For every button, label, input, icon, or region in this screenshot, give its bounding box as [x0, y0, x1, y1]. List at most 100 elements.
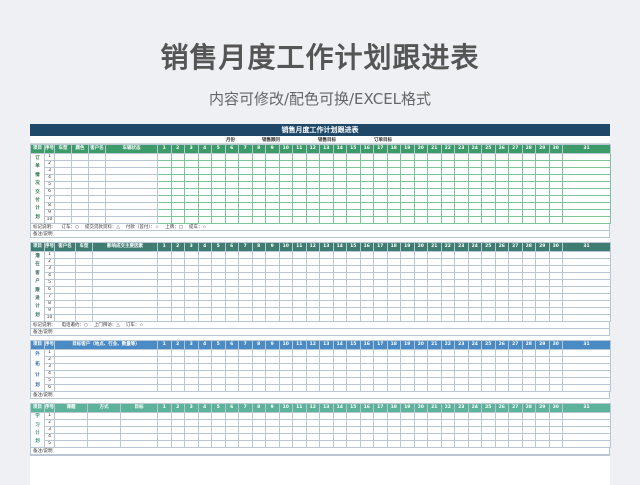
day-cell[interactable]: [359, 265, 374, 273]
day-cell[interactable]: [292, 426, 307, 434]
day-cell[interactable]: [292, 258, 307, 266]
day-cell[interactable]: [251, 251, 266, 259]
day-cell[interactable]: [427, 272, 442, 280]
day-cell[interactable]: [238, 363, 253, 371]
day-cell[interactable]: [157, 188, 172, 196]
day-cell[interactable]: [278, 433, 293, 441]
day-cell[interactable]: [238, 433, 253, 441]
day-cell[interactable]: [197, 174, 212, 182]
day-cell[interactable]: [440, 160, 455, 168]
day-cell[interactable]: [481, 160, 496, 168]
day-cell[interactable]: [359, 356, 374, 364]
day-cell[interactable]: [359, 167, 374, 175]
day-cell[interactable]: [184, 419, 199, 427]
day-cell[interactable]: [251, 209, 266, 217]
day-cell[interactable]: [278, 216, 293, 224]
day-cell[interactable]: [508, 433, 523, 441]
day-cell[interactable]: [562, 202, 611, 210]
day-cell[interactable]: [521, 433, 536, 441]
day-cell[interactable]: [373, 279, 388, 287]
day-cell[interactable]: [535, 160, 550, 168]
day-cell[interactable]: [400, 265, 415, 273]
data-cell[interactable]: [120, 419, 158, 427]
day-cell[interactable]: [359, 209, 374, 217]
day-cell[interactable]: [548, 153, 563, 161]
day-cell[interactable]: [265, 300, 280, 308]
day-cell[interactable]: [359, 363, 374, 371]
day-cell[interactable]: [454, 426, 469, 434]
day-cell[interactable]: [332, 349, 347, 357]
day-cell[interactable]: [521, 440, 536, 448]
data-cell[interactable]: [120, 412, 158, 420]
day-cell[interactable]: [508, 153, 523, 161]
day-cell[interactable]: [346, 440, 361, 448]
day-cell[interactable]: [319, 384, 334, 392]
data-cell[interactable]: [88, 167, 106, 175]
day-cell[interactable]: [265, 167, 280, 175]
day-cell[interactable]: [359, 377, 374, 385]
data-cell[interactable]: [54, 419, 88, 427]
day-cell[interactable]: [157, 370, 172, 378]
day-cell[interactable]: [197, 356, 212, 364]
day-cell[interactable]: [373, 153, 388, 161]
day-cell[interactable]: [508, 160, 523, 168]
day-cell[interactable]: [440, 209, 455, 217]
day-cell[interactable]: [535, 279, 550, 287]
day-cell[interactable]: [197, 167, 212, 175]
day-cell[interactable]: [508, 426, 523, 434]
day-cell[interactable]: [319, 265, 334, 273]
day-cell[interactable]: [521, 272, 536, 280]
day-cell[interactable]: [467, 195, 482, 203]
day-cell[interactable]: [494, 265, 509, 273]
day-cell[interactable]: [440, 426, 455, 434]
day-cell[interactable]: [467, 440, 482, 448]
data-cell[interactable]: [105, 160, 158, 168]
day-cell[interactable]: [427, 426, 442, 434]
data-cell[interactable]: [92, 300, 158, 308]
day-cell[interactable]: [467, 174, 482, 182]
day-cell[interactable]: [440, 419, 455, 427]
day-cell[interactable]: [157, 160, 172, 168]
day-cell[interactable]: [440, 279, 455, 287]
day-cell[interactable]: [238, 370, 253, 378]
day-cell[interactable]: [332, 433, 347, 441]
day-cell[interactable]: [494, 363, 509, 371]
day-cell[interactable]: [400, 188, 415, 196]
day-cell[interactable]: [278, 202, 293, 210]
day-cell[interactable]: [508, 188, 523, 196]
day-cell[interactable]: [251, 356, 266, 364]
day-cell[interactable]: [170, 174, 185, 182]
day-cell[interactable]: [211, 307, 226, 315]
day-cell[interactable]: [521, 370, 536, 378]
day-cell[interactable]: [535, 188, 550, 196]
day-cell[interactable]: [467, 433, 482, 441]
day-cell[interactable]: [319, 216, 334, 224]
order-remark[interactable]: 备注/说明: [30, 231, 610, 238]
day-cell[interactable]: [359, 314, 374, 322]
day-cell[interactable]: [562, 167, 611, 175]
day-cell[interactable]: [265, 356, 280, 364]
day-cell[interactable]: [265, 272, 280, 280]
day-cell[interactable]: [562, 314, 611, 322]
day-cell[interactable]: [332, 153, 347, 161]
day-cell[interactable]: [535, 293, 550, 301]
day-cell[interactable]: [197, 195, 212, 203]
day-cell[interactable]: [481, 209, 496, 217]
day-cell[interactable]: [157, 419, 172, 427]
day-cell[interactable]: [521, 167, 536, 175]
day-cell[interactable]: [467, 377, 482, 385]
day-cell[interactable]: [265, 153, 280, 161]
day-cell[interactable]: [184, 153, 199, 161]
day-cell[interactable]: [562, 188, 611, 196]
day-cell[interactable]: [157, 265, 172, 273]
day-cell[interactable]: [413, 167, 428, 175]
data-cell[interactable]: [88, 160, 106, 168]
day-cell[interactable]: [197, 363, 212, 371]
day-cell[interactable]: [265, 202, 280, 210]
day-cell[interactable]: [535, 174, 550, 182]
data-cell[interactable]: [54, 153, 72, 161]
day-cell[interactable]: [184, 433, 199, 441]
day-cell[interactable]: [481, 293, 496, 301]
day-cell[interactable]: [508, 293, 523, 301]
day-cell[interactable]: [251, 363, 266, 371]
